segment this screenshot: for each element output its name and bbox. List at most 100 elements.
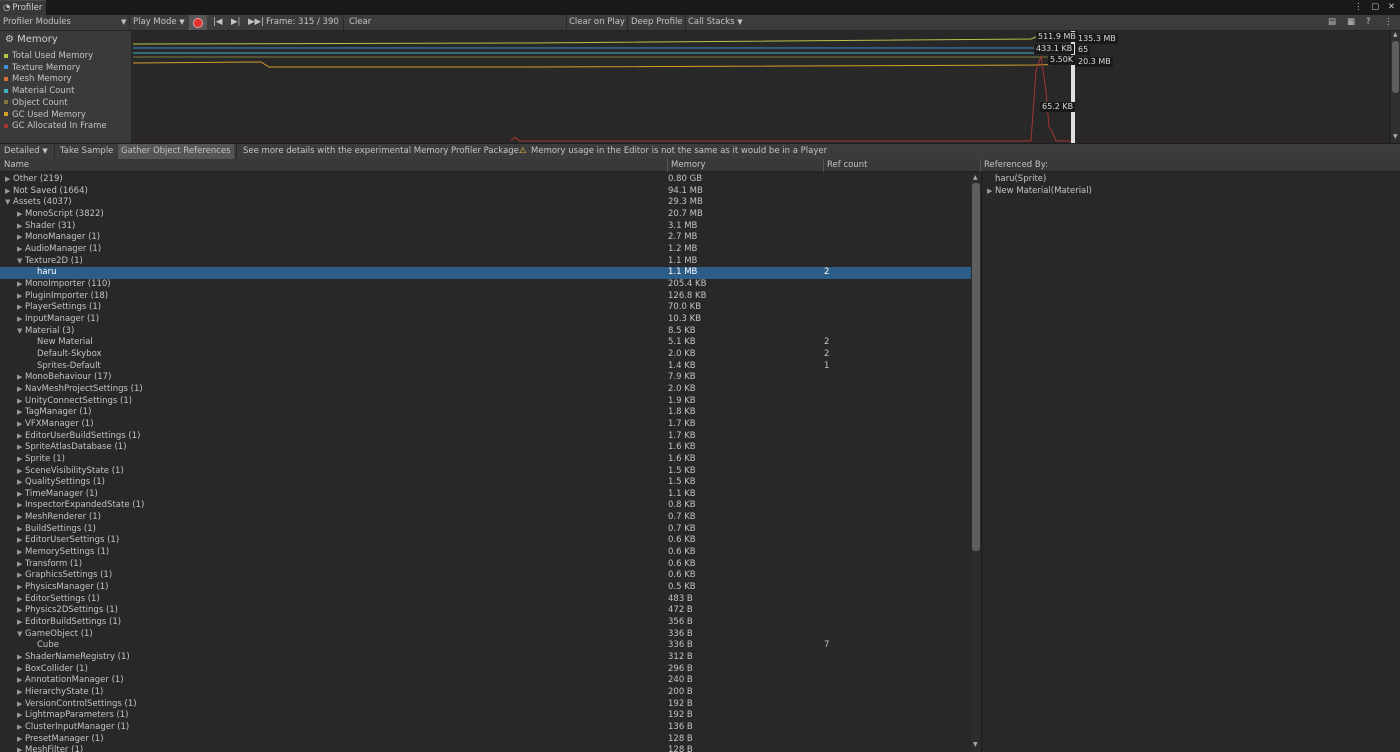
first-frame-icon[interactable]: |◀ (213, 15, 222, 30)
collapse-arrow-icon[interactable]: ▶ (17, 617, 25, 629)
table-row[interactable]: ▶ BoxCollider (1) 296 B (0, 664, 971, 676)
table-row[interactable]: ▶ SpriteAtlasDatabase (1) 1.6 KB (0, 442, 971, 454)
window-controls[interactable]: ⋮ ▢ ✕ (1354, 0, 1398, 15)
collapse-arrow-icon[interactable]: ▶ (17, 302, 25, 314)
collapse-arrow-icon[interactable]: ▶ (17, 221, 25, 233)
legend-item[interactable]: GC Allocated In Frame (4, 121, 107, 132)
collapse-arrow-icon[interactable]: ▶ (17, 582, 25, 594)
table-row[interactable]: ▶ Sprite (1) 1.6 KB (0, 454, 971, 466)
memory-graph[interactable] (131, 31, 1391, 143)
table-row[interactable]: ▶ GraphicsSettings (1) 0.6 KB (0, 570, 971, 582)
call-stacks-dropdown[interactable]: Call Stacks ▼ (688, 15, 743, 30)
table-row[interactable]: ▶ EditorSettings (1) 483 B (0, 594, 971, 606)
collapse-arrow-icon[interactable]: ▶ (17, 722, 25, 734)
table-row[interactable]: ▶ MonoScript (3822) 20.7 MB (0, 209, 971, 221)
collapse-arrow-icon[interactable]: ▶ (17, 384, 25, 396)
referenced-by-item[interactable]: haru(Sprite) (987, 174, 1046, 186)
record-button[interactable] (189, 15, 207, 30)
last-frame-icon[interactable]: ▶▶| (248, 15, 264, 30)
table-row[interactable]: ▶ ClusterInputManager (1) 136 B (0, 722, 971, 734)
table-row[interactable]: ▶ Physics2DSettings (1) 472 B (0, 605, 971, 617)
table-row[interactable]: New Material 5.1 KB 2 (0, 337, 971, 349)
collapse-arrow-icon[interactable]: ▶ (17, 209, 25, 221)
collapse-arrow-icon[interactable]: ▶ (17, 232, 25, 244)
expand-arrow-icon[interactable]: ▼ (17, 256, 25, 268)
collapse-arrow-icon[interactable]: ▶ (17, 454, 25, 466)
scroll-up-icon[interactable]: ▲ (1393, 31, 1398, 38)
table-row[interactable]: ▶ InspectorExpandedState (1) 0.8 KB (0, 500, 971, 512)
memory-profiler-package-hint[interactable]: See more details with the experimental M… (243, 144, 522, 159)
table-row[interactable]: ▶ Not Saved (1664) 94.1 MB (0, 186, 971, 198)
collapse-arrow-icon[interactable]: ▶ (17, 675, 25, 687)
modules-dropdown-arrow-icon[interactable]: ▼ (121, 15, 126, 30)
collapse-arrow-icon[interactable]: ▶ (17, 734, 25, 746)
table-row[interactable]: ▶ LightmapParameters (1) 192 B (0, 710, 971, 722)
table-row[interactable]: ▶ MemorySettings (1) 0.6 KB (0, 547, 971, 559)
table-row[interactable]: haru 1.1 MB 2 (0, 267, 971, 279)
table-row[interactable]: ▼ Material (3) 8.5 KB (0, 326, 971, 338)
collapse-arrow-icon[interactable]: ▶ (17, 500, 25, 512)
clear-button[interactable]: Clear (349, 15, 371, 30)
table-row[interactable]: ▶ MonoImporter (110) 205.4 KB (0, 279, 971, 291)
table-row[interactable]: ▶ ShaderNameRegistry (1) 312 B (0, 652, 971, 664)
table-row[interactable]: ▶ PhysicsManager (1) 0.5 KB (0, 582, 971, 594)
collapse-arrow-icon[interactable]: ▶ (17, 244, 25, 256)
collapse-arrow-icon[interactable]: ▶ (17, 570, 25, 582)
collapse-arrow-icon[interactable]: ▶ (5, 174, 13, 186)
memory-chart-area[interactable]: ⚙ Memory Total Used Memory Texture Memory… (0, 31, 1400, 143)
expand-arrow-icon[interactable]: ▶ (987, 186, 995, 198)
collapse-arrow-icon[interactable]: ▶ (17, 605, 25, 617)
column-memory[interactable]: Memory (667, 159, 706, 172)
table-row[interactable]: Sprites-Default 1.4 KB 1 (0, 361, 971, 373)
take-sample-button[interactable]: Take Sample (60, 144, 113, 159)
legend-item[interactable]: Object Count (4, 98, 68, 109)
deep-profile-button[interactable]: Deep Profile (631, 15, 683, 30)
table-row[interactable]: ▶ PluginImporter (18) 126.8 KB (0, 291, 971, 303)
collapse-arrow-icon[interactable]: ▶ (17, 535, 25, 547)
play-mode-dropdown[interactable]: Play Mode ▼ (133, 15, 185, 30)
table-row[interactable]: ▼ Texture2D (1) 1.1 MB (0, 256, 971, 268)
table-row[interactable]: ▼ Assets (4037) 29.3 MB (0, 197, 971, 209)
table-row[interactable]: ▶ Shader (31) 3.1 MB (0, 221, 971, 233)
collapse-arrow-icon[interactable]: ▶ (17, 699, 25, 711)
table-row[interactable]: ▶ TimeManager (1) 1.1 KB (0, 489, 971, 501)
column-ref-count[interactable]: Ref count (823, 159, 867, 172)
collapse-arrow-icon[interactable]: ▶ (5, 186, 13, 198)
table-row[interactable]: ▶ Transform (1) 0.6 KB (0, 559, 971, 571)
collapse-arrow-icon[interactable]: ▶ (17, 547, 25, 559)
collapse-arrow-icon[interactable]: ▶ (17, 512, 25, 524)
save-icon[interactable]: ▦ (1347, 15, 1355, 30)
table-row[interactable]: ▶ EditorUserBuildSettings (1) 1.7 KB (0, 431, 971, 443)
table-row[interactable]: ▶ MeshFilter (1) 128 B (0, 745, 971, 752)
scroll-up-icon[interactable]: ▲ (973, 174, 978, 181)
collapse-arrow-icon[interactable]: ▶ (17, 524, 25, 536)
table-row[interactable]: ▶ EditorUserSettings (1) 0.6 KB (0, 535, 971, 547)
collapse-arrow-icon[interactable]: ▶ (17, 466, 25, 478)
legend-item[interactable]: Total Used Memory (4, 51, 93, 62)
table-row[interactable]: ▶ Other (219) 0.80 GB (0, 174, 971, 186)
table-row[interactable]: ▶ MeshRenderer (1) 0.7 KB (0, 512, 971, 524)
graph-scrollbar[interactable]: ▲ ▼ (1391, 31, 1400, 143)
collapse-arrow-icon[interactable]: ▶ (17, 559, 25, 571)
scroll-down-icon[interactable]: ▼ (1393, 133, 1398, 140)
graph-scroll-thumb[interactable] (1392, 41, 1399, 93)
profiler-modules-dropdown[interactable]: Profiler Modules (3, 15, 71, 30)
legend-item[interactable]: Material Count (4, 86, 74, 97)
column-name[interactable]: Name (0, 159, 29, 172)
scroll-down-icon[interactable]: ▼ (973, 741, 978, 748)
expand-arrow-icon[interactable]: ▼ (17, 629, 25, 641)
collapse-arrow-icon[interactable]: ▶ (17, 291, 25, 303)
table-row[interactable]: ▶ TagManager (1) 1.8 KB (0, 407, 971, 419)
table-row[interactable]: Default-Skybox 2.0 KB 2 (0, 349, 971, 361)
table-row[interactable]: ▶ AnnotationManager (1) 240 B (0, 675, 971, 687)
expand-arrow-icon[interactable]: ▼ (5, 197, 13, 209)
collapse-arrow-icon[interactable]: ▶ (17, 279, 25, 291)
legend-item[interactable]: GC Used Memory (4, 110, 86, 121)
table-row[interactable]: ▶ MonoManager (1) 2.7 MB (0, 232, 971, 244)
table-row[interactable]: ▶ MonoBehaviour (17) 7.9 KB (0, 372, 971, 384)
collapse-arrow-icon[interactable]: ▶ (17, 477, 25, 489)
tree-scrollbar[interactable]: ▲ ▼ (971, 173, 981, 752)
gather-object-references-toggle[interactable]: Gather Object References (118, 144, 234, 159)
collapse-arrow-icon[interactable]: ▶ (17, 664, 25, 676)
load-icon[interactable]: ▤ (1328, 15, 1336, 30)
